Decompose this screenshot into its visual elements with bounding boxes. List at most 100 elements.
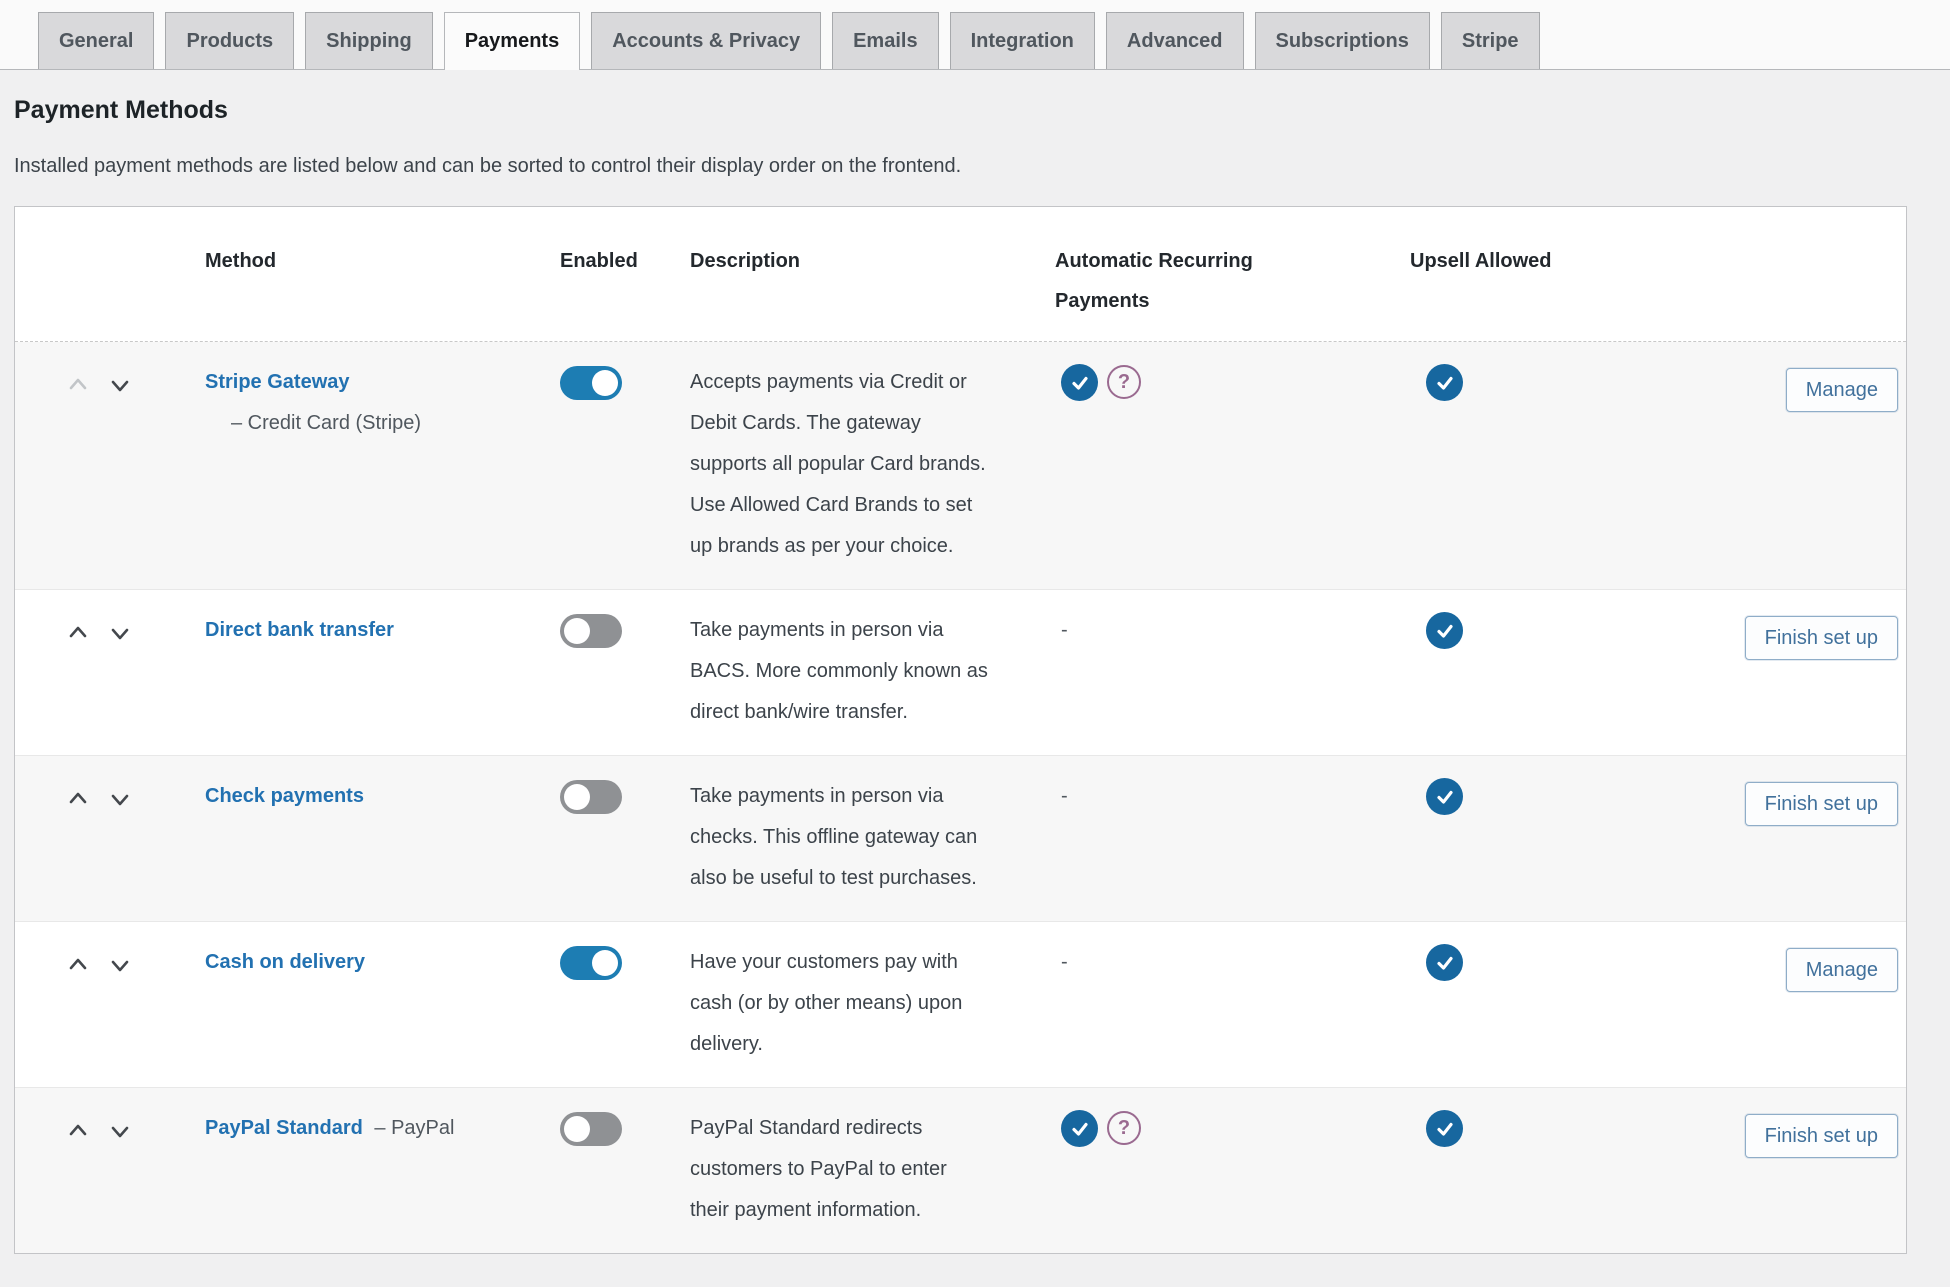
toggle-knob (564, 784, 590, 810)
settings-tab-products[interactable]: Products (165, 12, 295, 69)
method-suffix: – PayPal (368, 1117, 455, 1139)
sort-cell (15, 1108, 205, 1231)
settings-tab-integration[interactable]: Integration (949, 12, 1095, 69)
enabled-toggle[interactable] (560, 614, 622, 648)
move-up-icon[interactable] (67, 372, 89, 396)
recurring-cell: - (1055, 610, 1410, 733)
upsell-check-icon (1426, 364, 1463, 401)
method-description: Take payments in person via BACS. More c… (690, 619, 988, 723)
sort-cell (15, 776, 205, 899)
enabled-toggle[interactable] (560, 946, 622, 980)
question-glyph: ? (1117, 1116, 1131, 1139)
settings-tab-advanced[interactable]: Advanced (1105, 12, 1244, 69)
payment-method-row: PayPal Standard – PayPal PayPal Standard… (15, 1087, 1906, 1253)
settings-tab-stripe[interactable]: Stripe (1440, 12, 1540, 69)
tab-label: Products (186, 29, 274, 52)
move-down-icon[interactable] (109, 1118, 131, 1142)
move-up-icon[interactable] (67, 952, 89, 976)
settings-tab-general[interactable]: General (38, 12, 155, 69)
enabled-cell (560, 1108, 690, 1231)
tab-label: General (59, 29, 134, 52)
settings-tab-shipping[interactable]: Shipping (305, 12, 433, 69)
enabled-toggle[interactable] (560, 1112, 622, 1146)
column-header-upsell: Upsell Allowed (1410, 250, 1552, 272)
sort-cell (15, 610, 205, 733)
enabled-cell (560, 610, 690, 733)
upsell-cell (1410, 362, 1745, 567)
enabled-cell (560, 942, 690, 1065)
upsell-cell (1410, 776, 1745, 899)
upsell-cell (1410, 1108, 1745, 1231)
method-name-link[interactable]: PayPal Standard (205, 1117, 363, 1139)
toggle-knob (592, 950, 618, 976)
sort-cell (15, 362, 205, 567)
move-up-icon[interactable] (67, 1118, 89, 1142)
action-cell: Manage (1745, 362, 1906, 567)
settings-tab-accounts-privacy[interactable]: Accounts & Privacy (591, 12, 822, 69)
action-button[interactable]: Manage (1785, 948, 1898, 992)
payment-method-row: Check payments Take payments in person v… (15, 755, 1906, 921)
action-button[interactable]: Finish set up (1744, 616, 1898, 660)
tab-label: Emails (853, 29, 918, 52)
upsell-check-icon (1426, 1110, 1463, 1147)
recurring-help-icon[interactable]: ? (1107, 1111, 1141, 1145)
method-name-link[interactable]: Stripe Gateway (205, 371, 350, 393)
tab-label: Advanced (1126, 29, 1223, 52)
action-button[interactable]: Manage (1785, 368, 1898, 412)
column-header-recurring: Automatic Recurring Payments (1055, 250, 1253, 312)
payment-method-row: Direct bank transfer Take payments in pe… (15, 589, 1906, 755)
column-header-description: Description (690, 250, 801, 272)
tab-label: Shipping (326, 29, 412, 52)
move-down-icon[interactable] (109, 786, 131, 810)
method-name-link[interactable]: Check payments (205, 785, 364, 807)
move-up-icon[interactable] (67, 786, 89, 810)
payment-method-row: Stripe Gateway – Credit Card (Stripe) Ac… (15, 342, 1906, 589)
sort-cell (15, 942, 205, 1065)
payments-settings-page: Payment Methods Installed payment method… (0, 96, 1950, 1254)
action-button[interactable]: Finish set up (1744, 1114, 1898, 1158)
question-glyph: ? (1117, 370, 1131, 393)
move-up-icon[interactable] (67, 620, 89, 644)
recurring-cell: - (1055, 776, 1410, 899)
payment-methods-table: Method Enabled Description Automatic Rec… (14, 206, 1907, 1254)
method-cell: Direct bank transfer (205, 610, 560, 733)
recurring-dash: - (1061, 619, 1068, 641)
method-name-link[interactable]: Cash on delivery (205, 951, 365, 973)
tab-label: Accounts & Privacy (612, 29, 801, 52)
action-cell: Finish set up (1744, 1108, 1906, 1231)
recurring-dash: - (1061, 951, 1068, 973)
tab-label: Payments (464, 30, 560, 52)
method-cell: Check payments (205, 776, 560, 899)
upsell-check-icon (1426, 778, 1463, 815)
move-down-icon[interactable] (109, 620, 131, 644)
move-down-icon[interactable] (109, 372, 131, 396)
move-down-icon[interactable] (109, 952, 131, 976)
tab-label: Integration (970, 29, 1074, 52)
recurring-dash: - (1061, 785, 1068, 807)
recurring-help-icon[interactable]: ? (1107, 365, 1141, 399)
payment-methods-rows: Stripe Gateway – Credit Card (Stripe) Ac… (15, 342, 1906, 1253)
method-description: Accepts payments via Credit or Debit Car… (690, 371, 986, 557)
recurring-check-icon (1061, 1110, 1098, 1147)
toggle-knob (592, 370, 618, 396)
settings-tab-bar: General Products Shipping Payments Accou… (0, 0, 1950, 70)
column-header-enabled: Enabled (560, 250, 638, 272)
recurring-cell: ? (1055, 1108, 1410, 1231)
method-suffix: – Credit Card (Stripe) (231, 412, 422, 434)
header-spacer (15, 241, 205, 321)
page-title: Payment Methods (14, 96, 228, 124)
action-button[interactable]: Finish set up (1744, 782, 1898, 826)
upsell-cell (1410, 942, 1745, 1065)
settings-tab-subscriptions[interactable]: Subscriptions (1254, 12, 1430, 69)
enabled-toggle[interactable] (560, 780, 622, 814)
payment-method-row: Cash on delivery Have your customers pay… (15, 921, 1906, 1087)
enabled-toggle[interactable] (560, 366, 622, 400)
settings-tab-emails[interactable]: Emails (832, 12, 939, 69)
settings-tab-payments[interactable]: Payments (443, 12, 581, 70)
recurring-check-icon (1061, 364, 1098, 401)
method-description: Have your customers pay with cash (or by… (690, 951, 963, 1055)
column-header-method: Method (205, 250, 277, 272)
method-name-link[interactable]: Direct bank transfer (205, 619, 394, 641)
recurring-cell: - (1055, 942, 1410, 1065)
method-cell: Stripe Gateway – Credit Card (Stripe) (205, 362, 560, 567)
